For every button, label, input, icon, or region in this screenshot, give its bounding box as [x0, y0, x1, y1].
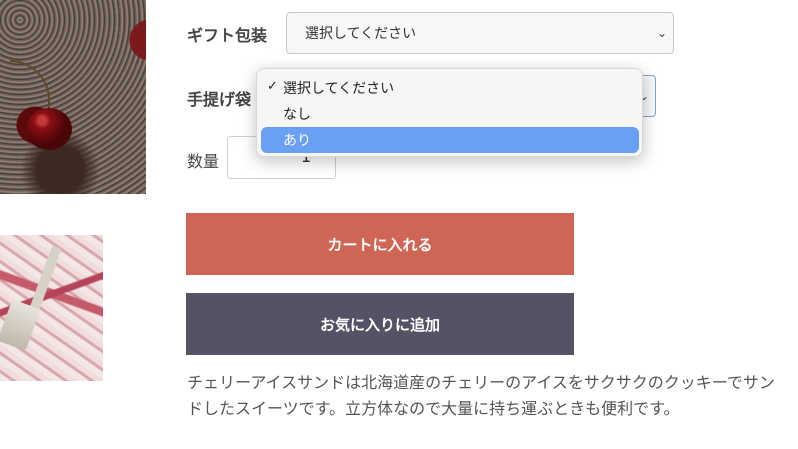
- option-label: あり: [283, 133, 311, 149]
- cherry-stem: [10, 60, 50, 112]
- product-thumbnail-ice-cream[interactable]: [0, 235, 103, 381]
- add-to-favorites-button[interactable]: お気に入りに追加: [186, 293, 574, 355]
- option-label: なし: [283, 107, 311, 123]
- scoop-head: [0, 299, 41, 351]
- scoop-handle: [28, 245, 62, 315]
- checkmark-icon: ✓: [267, 79, 278, 94]
- quantity-label: 数量: [187, 152, 220, 171]
- chevron-down-icon: ⌄: [656, 26, 667, 40]
- dropdown-option-select[interactable]: ✓ 選択してください: [261, 75, 639, 101]
- product-image-cherry[interactable]: [0, 0, 146, 194]
- gift-wrap-value: 選択してください: [305, 26, 417, 42]
- bag-dropdown-menu: ✓ 選択してください なし あり: [256, 68, 643, 157]
- gift-wrap-select[interactable]: 選択してください ⌄: [286, 12, 674, 54]
- add-to-cart-button[interactable]: カートに入れる: [186, 213, 574, 275]
- product-description: チェリーアイスサンドは北海道産のチェリーのアイスをサクサクのクッキーでサンドした…: [187, 373, 775, 418]
- dropdown-option-none[interactable]: なし: [261, 101, 639, 127]
- gift-wrap-label: ギフト包装: [187, 26, 268, 45]
- cherry: [26, 108, 72, 150]
- dropdown-option-yes[interactable]: あり: [261, 127, 639, 153]
- option-label: 選択してください: [283, 81, 395, 97]
- bag-label: 手提げ袋: [187, 90, 252, 109]
